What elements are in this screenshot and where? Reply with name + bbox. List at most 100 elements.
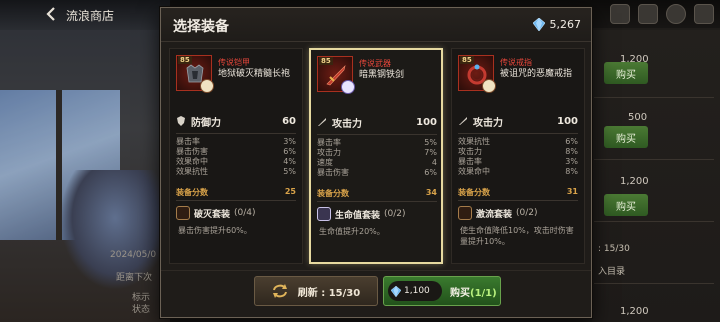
top-right-icons (610, 4, 714, 24)
equipment-card[interactable]: 85 传说戒指 被诅咒的恶魔戒指 攻击力 100 效果抗性 6% 攻击力 8% … (451, 48, 585, 264)
equipment-cards: 85 传说铠甲 地狱破灭精髓长袍 防御力 60 暴击率 3% 暴击伤害 6% 效… (169, 48, 585, 268)
main-stat-value: 60 (282, 115, 296, 127)
item-type: 传说铠甲 (218, 58, 250, 67)
substat-value: 5% (283, 167, 296, 176)
score-label: 装备分数 (317, 189, 349, 198)
substat-label: 效果抗性 (176, 167, 208, 176)
divider (458, 200, 578, 201)
substat-value: 4 (431, 158, 437, 167)
buy-price: 1,100 (404, 286, 430, 296)
divider (458, 133, 578, 134)
substats: 暴击率 5% 攻击力 7% 速度 4 暴击伤害 6% (317, 138, 437, 178)
substat-row: 效果抗性 5% (176, 167, 296, 177)
substat-row: 效果抗性 6% (458, 137, 578, 147)
dialog-header: 选择装备 5,267 (161, 8, 591, 42)
background-buy-button: 购买 (604, 194, 648, 216)
set-row: 生命值套装 (0/2) (317, 207, 441, 221)
set-badge-icon (482, 79, 496, 93)
item-type: 传说武器 (359, 59, 391, 68)
score-label: 装备分数 (458, 188, 490, 197)
substat-row: 暴击率 3% (458, 157, 578, 167)
item-name: 地狱破灭精髓长袍 (218, 69, 291, 79)
set-name: 破灭套装 (194, 209, 231, 220)
select-equipment-dialog: 选择装备 5,267 85 传说铠甲 地狱破灭精髓长袍 防御力 60 暴击率 3… (160, 7, 592, 318)
substat-label: 暴击伤害 (317, 168, 349, 177)
set-description: 暴击伤害提升60%。 (178, 226, 252, 235)
buy-button[interactable]: 1,100 购买(1/1) (383, 276, 501, 306)
substat-row: 攻击力 7% (317, 148, 437, 158)
chat-icon[interactable] (666, 4, 686, 24)
background-catalog-link: 入目录 (598, 267, 626, 277)
set-count: (0/2) (384, 209, 406, 219)
substat-label: 暴击率 (176, 137, 200, 146)
destruction-set-icon (176, 206, 190, 220)
score-row: 装备分数 31 (458, 187, 578, 198)
score-value: 25 (284, 187, 296, 196)
substat-value: 6% (283, 147, 296, 156)
divider (317, 134, 437, 135)
back-arrow-icon[interactable] (44, 6, 60, 22)
substat-value: 8% (565, 147, 578, 156)
substat-label: 速度 (317, 158, 333, 167)
gift-icon[interactable] (610, 4, 630, 24)
substat-row: 暴击伤害 6% (176, 147, 296, 157)
main-stat-label: 防御力 (191, 117, 221, 129)
set-name: 激流套装 (476, 209, 513, 220)
buy-text: 购买 (450, 287, 470, 299)
substats: 效果抗性 6% 攻击力 8% 暴击率 3% 效果命中 8% (458, 137, 578, 177)
score-value: 31 (566, 187, 578, 196)
main-stat: 攻击力 100 (458, 113, 578, 129)
score-value: 34 (425, 188, 437, 197)
shield-icon (177, 116, 185, 126)
substat-row: 速度 4 (317, 158, 437, 168)
score-label: 装备分数 (176, 188, 208, 197)
background-date: 2024/05/0 (110, 250, 157, 260)
substat-value: 7% (424, 148, 437, 157)
background-price: 1,200 (620, 176, 649, 187)
background-refresh-count: : 15/30 (598, 244, 630, 254)
main-stat-label: 攻击力 (332, 118, 362, 130)
substat-row: 攻击力 8% (458, 147, 578, 157)
substat-label: 暴击率 (317, 138, 341, 147)
background-character (60, 170, 170, 290)
equipment-card[interactable]: 85 传说铠甲 地狱破灭精髓长袍 防御力 60 暴击率 3% 暴击伤害 6% 效… (169, 48, 303, 264)
set-count: (0/4) (234, 208, 256, 218)
main-stat: 攻击力 100 (317, 114, 437, 130)
substat-value: 5% (424, 138, 437, 147)
substat-label: 效果命中 (458, 167, 490, 176)
price-tag: 1,100 (388, 281, 442, 301)
health-set-icon (317, 207, 331, 221)
divider (176, 200, 296, 201)
set-name: 生命值套装 (335, 210, 381, 221)
character-portrait-icon[interactable] (638, 4, 658, 24)
substat-label: 效果命中 (176, 157, 208, 166)
set-count: (0/2) (516, 208, 538, 218)
item-name: 被诅咒的恶魔戒指 (500, 69, 573, 79)
divider (176, 133, 296, 134)
background-buy-button: 购买 (604, 126, 648, 148)
refresh-icon (272, 284, 287, 298)
torrent-set-icon (458, 206, 472, 220)
refresh-button[interactable]: 刷新 : 15/30 (254, 276, 378, 306)
buy-count: (1/1) (470, 287, 497, 299)
set-row: 破灭套装 (0/4) (176, 206, 300, 220)
main-stat: 防御力 60 (176, 113, 296, 129)
currency-display: 5,267 (532, 18, 582, 31)
set-description: 使生命值降低10%，攻击时伤害量提升10%。 (460, 226, 574, 246)
substat-label: 效果抗性 (458, 137, 490, 146)
score-row: 装备分数 25 (176, 187, 296, 198)
item-thumbnail: 85 (458, 55, 496, 93)
dialog-footer: 刷新 : 15/30 1,100 购买(1/1) (161, 270, 591, 318)
substat-value: 4% (283, 157, 296, 166)
currency-amount: 5,267 (549, 18, 582, 31)
substat-row: 暴击率 3% (176, 137, 296, 147)
menu-icon[interactable] (694, 4, 714, 24)
substat-row: 暴击伤害 6% (317, 168, 437, 178)
equipment-card-selected[interactable]: 85 传说武器 暗黑钢铁剑 攻击力 100 暴击率 5% 攻击力 7% 速度 4… (309, 48, 443, 264)
item-thumbnail: 85 (176, 55, 214, 93)
substat-value: 6% (565, 137, 578, 146)
dialog-title: 选择装备 (173, 19, 229, 35)
item-thumbnail: 85 (317, 56, 355, 94)
substat-value: 3% (565, 157, 578, 166)
sword-attack-icon (459, 117, 467, 125)
